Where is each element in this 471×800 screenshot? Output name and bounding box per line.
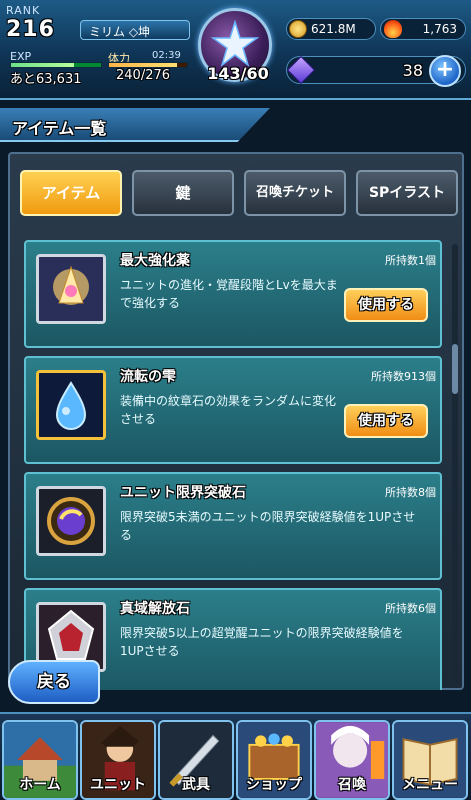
rank-label: RANK: [6, 4, 41, 17]
item-name: 真域解放石: [120, 601, 190, 617]
use-item-button[interactable]: 使用する: [344, 288, 428, 322]
add-gems-button[interactable]: +: [429, 55, 461, 87]
scrollbar-thumb[interactable]: [452, 344, 458, 394]
nav-label: ショップ: [246, 777, 302, 793]
nav-label: ホーム: [19, 777, 61, 793]
exp-value: あと63,631: [10, 72, 82, 87]
bottom-navigation: ホーム ユニット 武具 ショップ 召喚 メニュー: [0, 712, 471, 800]
rank-value: 216: [6, 17, 55, 42]
item-description: ユニットの進化・覚醒段階とLvを最大まで強化する: [120, 278, 338, 310]
list-scrollbar[interactable]: [452, 244, 458, 684]
item-description: 限界突破5以上の超覚醒ユニットの限界突破経験値を1UPさせる: [120, 626, 404, 658]
item-count: 所持数8個: [385, 486, 436, 499]
nav-unit-button[interactable]: ユニット: [80, 720, 156, 800]
status-header: RANK 216 ミリム ◇坤 EXP あと63,631 体力 02:39 24…: [0, 0, 471, 100]
page-title-bar: アイテム一覧: [0, 108, 270, 142]
nav-shop-button[interactable]: ショップ: [236, 720, 312, 800]
drop-icon: [36, 370, 106, 440]
soul-value: 1,763: [422, 22, 457, 36]
soul-counter: 1,763: [380, 18, 466, 40]
tab-keys[interactable]: 鍵: [132, 170, 234, 216]
stage-count: 143/60: [207, 64, 269, 83]
item-count: 所持数913個: [371, 370, 436, 383]
list-item: ユニット限界突破石 所持数8個 限界突破5未満のユニットの限界突破経験値を1UP…: [24, 472, 442, 580]
item-count: 所持数1個: [385, 254, 436, 267]
tab-summon-tickets[interactable]: 召喚チケット: [244, 170, 346, 216]
gem-icon: [286, 55, 316, 85]
item-name: ユニット限界突破石: [120, 485, 246, 501]
nav-label: 武具: [182, 777, 210, 793]
gem-counter: 38 +: [286, 55, 466, 87]
page-title: アイテム一覧: [12, 119, 107, 138]
nav-menu-button[interactable]: メニュー: [392, 720, 468, 800]
stamina-bar-fill: [109, 63, 177, 67]
category-tabs: アイテム 鍵 召喚チケット SPイラスト: [20, 170, 458, 218]
coin-icon: [289, 20, 307, 38]
stamina-value: 240/276: [116, 68, 171, 83]
item-name: 流転の雫: [120, 369, 176, 385]
nav-home-button[interactable]: ホーム: [2, 720, 78, 800]
back-button[interactable]: 戻る: [8, 660, 100, 704]
item-description: 限界突破5未満のユニットの限界突破経験値を1UPさせる: [120, 510, 416, 542]
nav-summon-button[interactable]: 召喚: [314, 720, 390, 800]
gem-value: 38: [402, 61, 423, 80]
item-name: 最大強化薬: [120, 253, 190, 269]
nav-label: ユニット: [90, 777, 146, 793]
stamina-timer: 02:39: [152, 50, 181, 61]
item-list-panel: アイテム 鍵 召喚チケット SPイラスト 最大強化薬 所持数1個 ユニットの進化…: [8, 152, 464, 690]
item-count: 所持数6個: [385, 602, 436, 615]
potion-icon: [36, 254, 106, 324]
nav-label: 召喚: [338, 777, 366, 793]
tab-items[interactable]: アイテム: [20, 170, 122, 216]
use-item-button[interactable]: 使用する: [344, 404, 428, 438]
nav-weapon-button[interactable]: 武具: [158, 720, 234, 800]
item-list[interactable]: 最大強化薬 所持数1個 ユニットの進化・覚醒段階とLvを最大まで強化する 使用す…: [24, 240, 444, 690]
item-description: 装備中の紋章石の効果をランダムに変化させる: [120, 394, 337, 426]
tab-sp-illust[interactable]: SPイラスト: [356, 170, 458, 216]
nav-label: メニュー: [402, 777, 458, 793]
player-name[interactable]: ミリム ◇坤: [80, 20, 190, 40]
orb-icon: [36, 486, 106, 556]
coin-value: 621.8M: [311, 22, 356, 36]
flame-icon: [384, 20, 402, 38]
list-item: 流転の雫 所持数913個 装備中の紋章石の効果をランダムに変化させる 使用する: [24, 356, 442, 464]
coin-counter: 621.8M: [286, 18, 376, 40]
rank-display: RANK 216: [4, 4, 80, 44]
exp-bar-fill: [11, 63, 74, 67]
list-item: 最大強化薬 所持数1個 ユニットの進化・覚醒段階とLvを最大まで強化する 使用す…: [24, 240, 442, 348]
